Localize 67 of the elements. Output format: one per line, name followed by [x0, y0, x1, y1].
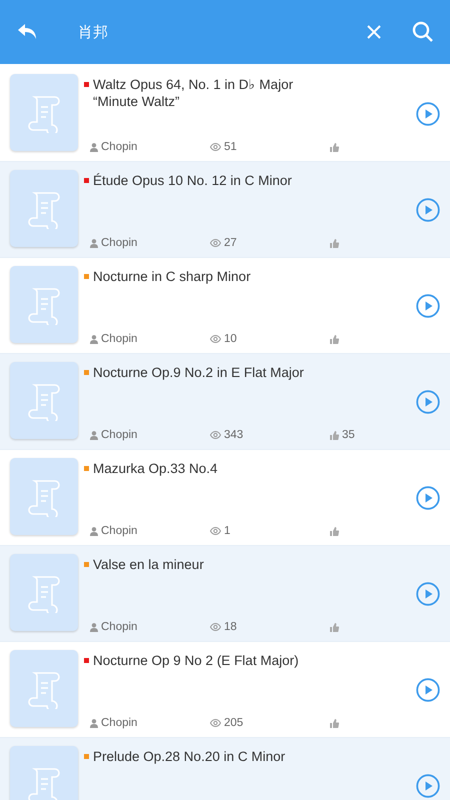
piece-title: Étude Opus 10 No. 12 in C Minor	[93, 172, 292, 189]
play-button[interactable]	[416, 774, 440, 798]
play-button[interactable]	[416, 678, 440, 702]
thumbs-up-icon[interactable]	[330, 718, 339, 728]
view-count: 1	[224, 525, 230, 537]
thumbs-up-icon[interactable]	[330, 238, 339, 248]
piece-title: Waltz Opus 64, No. 1 in D♭ Major “Minute Waltz”	[93, 76, 294, 110]
view-count: 51	[224, 141, 237, 153]
play-button[interactable]	[416, 102, 440, 126]
person-icon	[90, 238, 98, 248]
person-icon	[90, 142, 98, 152]
play-button[interactable]	[416, 198, 440, 222]
eye-icon	[210, 623, 221, 631]
eye-icon	[210, 431, 221, 439]
piece-title: Nocturne in C sharp Minor	[93, 268, 251, 285]
search-icon	[412, 21, 434, 43]
person-icon	[90, 718, 98, 728]
author-name: Chopin	[101, 429, 138, 441]
eye-icon	[210, 239, 221, 247]
person-icon	[90, 430, 98, 440]
author-name: Chopin	[101, 621, 138, 633]
play-icon	[416, 198, 440, 222]
play-button[interactable]	[416, 294, 440, 318]
play-button[interactable]	[416, 390, 440, 414]
piece-title: Nocturne Op 9 No 2 (E Flat Major)	[93, 652, 299, 669]
person-icon	[90, 334, 98, 344]
author-name: Chopin	[101, 237, 138, 249]
author-name: Chopin	[101, 333, 138, 345]
like-count: 35	[342, 429, 355, 441]
author-name: Chopin	[101, 717, 138, 729]
play-icon	[416, 774, 440, 798]
author-name: Chopin	[101, 141, 138, 153]
piece-title: Valse en la mineur	[93, 556, 204, 573]
page-title: 肖邦	[78, 22, 109, 42]
play-icon	[416, 678, 440, 702]
author-name: Chopin	[101, 525, 138, 537]
view-count: 10	[224, 333, 237, 345]
play-button[interactable]	[416, 486, 440, 510]
eye-icon	[210, 527, 221, 535]
thumbs-up-icon[interactable]	[330, 430, 339, 440]
eye-icon	[210, 719, 221, 727]
play-icon	[416, 582, 440, 606]
view-count: 343	[224, 429, 244, 441]
play-icon	[416, 294, 440, 318]
view-count: 18	[224, 621, 237, 633]
thumbs-up-icon[interactable]	[330, 334, 339, 344]
piece-row[interactable]: Prelude Op.28 No.20 in C Minor	[0, 738, 450, 800]
eye-icon	[210, 335, 221, 343]
play-icon	[416, 486, 440, 510]
view-count: 27	[224, 237, 237, 249]
view-count: 205	[224, 717, 244, 729]
thumbs-up-icon[interactable]	[330, 622, 339, 632]
person-icon	[90, 526, 98, 536]
piece-row[interactable]: Étude Opus 10 No. 12 in C Minor Chopin 27	[0, 162, 450, 258]
piece-title: Mazurka Op.33 No.4	[93, 460, 218, 477]
thumbs-up-icon[interactable]	[330, 142, 339, 152]
close-icon	[366, 24, 382, 40]
piece-row[interactable]: Valse en la mineur Chopin 18	[0, 546, 450, 642]
play-icon	[416, 390, 440, 414]
piece-title: Prelude Op.28 No.20 in C Minor	[93, 748, 286, 765]
piece-row[interactable]: Nocturne Op.9 No.2 in E Flat Major Chopin 343 35	[0, 354, 450, 450]
eye-icon	[210, 143, 221, 151]
thumbs-up-icon[interactable]	[330, 526, 339, 536]
person-icon	[90, 622, 98, 632]
play-icon	[416, 102, 440, 126]
play-button[interactable]	[416, 582, 440, 606]
piece-title: Nocturne Op.9 No.2 in E Flat Major	[93, 364, 304, 381]
